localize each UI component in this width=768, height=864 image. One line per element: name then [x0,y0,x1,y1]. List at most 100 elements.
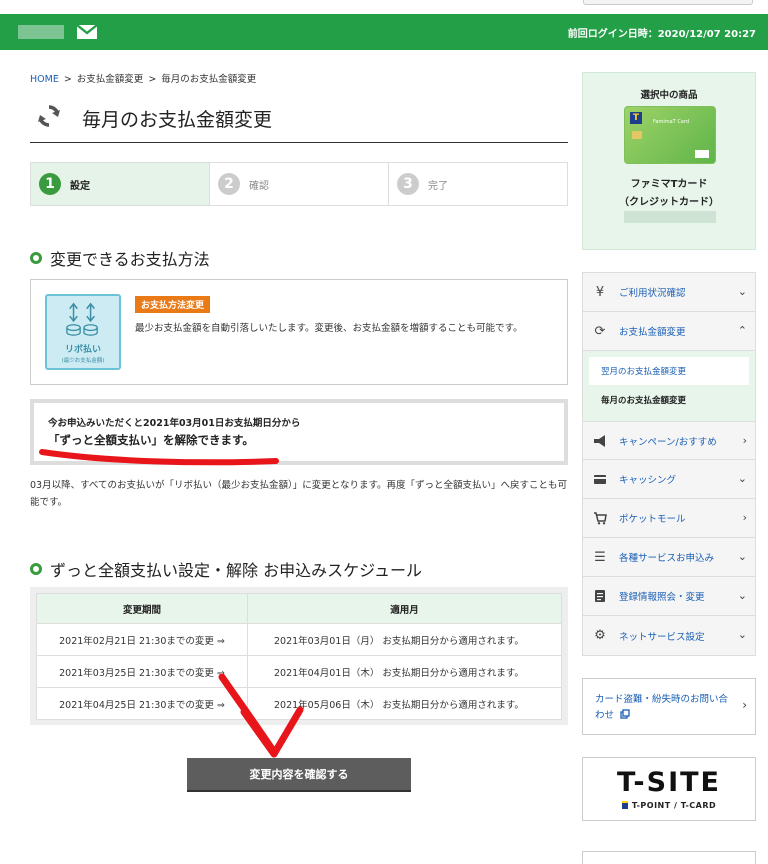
table-cell: 2021年02月21日 21:30までの変更 ⇒ [36,623,248,656]
sidebar-item-label: お支払金額変更 [619,327,686,338]
refresh-icon [38,105,60,127]
tsite-logo: T-SITE [616,767,721,798]
sidebar-item-cashing[interactable]: キャッシング ⌄ [583,460,755,499]
table-row: 2021年02月21日 21:30までの変更 ⇒ 2021年03月01日（月） … [36,623,562,656]
cart-icon [593,511,607,525]
table-cell: 2021年03月01日（月） お支払期日分から適用されます。 [247,623,562,656]
sidebar-item-payment-change[interactable]: ⟳ お支払金額変更 ⌃ [583,312,755,351]
header-bar: 前回ログイン日時：2020/12/07 20:27 [0,14,768,50]
chevron-up-icon: ⌃ [737,324,747,337]
document-icon [593,589,607,603]
table-row: 2021年04月25日 21:30までの変更 ⇒ 2021年05月06日（木） … [36,687,562,720]
product-heading: 選択中の商品 [640,90,698,101]
card-icon [593,472,607,486]
lost-card-contact-link[interactable]: カード盗難・紛失時のお問い合わせ › [582,678,756,735]
submenu-monthly[interactable]: 毎月のお支払金額変更 [589,385,749,415]
step-label: 設定 [70,180,90,192]
sidebar-item-pocket-mall[interactable]: ポケットモール › [583,499,755,538]
schedule-table-wrap: 変更期間 適用月 2021年02月21日 21:30までの変更 ⇒ 2021年0… [30,587,568,725]
chevron-down-icon: ⌄ [737,285,747,298]
lost-card-label: カード盗難・紛失時のお問い合わせ [595,694,729,721]
chevron-right-icon: › [742,698,747,712]
sidebar-banner-partial[interactable] [582,851,756,864]
chevron-down-icon: ⌄ [737,628,747,641]
table-cell: 2021年05月06日（木） お支払期日分から適用されます。 [247,687,562,720]
sidebar-item-label: 各種サービスお申込み [619,553,715,564]
mail-icon[interactable] [76,24,98,40]
method-tag: お支払方法変更 [135,296,211,313]
gear-icon: ⚙ [594,628,606,643]
table-cell: 2021年03月25日 21:30までの変更 ⇒ [36,655,248,688]
breadcrumb-item[interactable]: お支払金額変更 [77,74,144,85]
section-heading-schedule: ずっと全額支払い設定・解除 お申込みスケジュール [30,557,422,581]
notice-cancel-line: 「ずっと全額支払い」を解除できます。 [48,433,254,447]
tsite-banner[interactable]: T-SITE T-POINT / T-CARD [582,757,756,821]
breadcrumb: HOME > お支払金額変更 > 毎月のお支払金額変更 [30,74,257,85]
sidebar-item-label: キャンペーン/おすすめ [619,436,717,448]
progress-steps: 1 設定 2 確認 3 完了 [30,162,568,206]
chevron-down-icon: ⌄ [737,589,747,602]
tpoint-logo-icon [621,801,628,809]
product-name: ファミマTカード （クレジットカード） [619,179,719,208]
credit-card-image: T FamimaT Card [624,106,716,164]
card-chip-icon [632,131,642,139]
external-link-icon [620,709,630,719]
page-title: 毎月のお支払金額変更 [82,109,273,131]
payment-method-card: リボ払い (最少お支払金額) お支払方法変更 最少お支払金額を自動引落しいたしま… [30,279,568,385]
yen-icon: ¥ [595,284,605,300]
sidebar-item-campaign[interactable]: キャンペーン/おすすめ › [583,421,755,460]
revo-payment-illustration: リボ払い (最少お支払金額) [45,294,121,370]
top-account-strip [583,0,753,5]
step-number: 2 [218,173,240,195]
sidebar-item-label: キャッシング [619,475,677,486]
step-settings: 1 設定 [31,163,210,205]
method-description: 最少お支払金額を自動引落しいたします。変更後、お支払金額を増額することも可能です… [135,323,523,334]
notice-box: 今お申込みいただくと2021年03月01日お支払期日分から 「ずっと全額支払い」… [30,399,568,465]
tsite-sublabel: T-POINT / T-CARD [583,801,755,810]
sidebar-item-registration[interactable]: 登録情報照会・変更 ⌄ [583,577,755,616]
sidebar-submenu: 翌月のお支払金額変更 毎月のお支払金額変更 [583,351,755,421]
sidebar-item-usage[interactable]: ¥ ご利用状況確認 ⌄ [583,273,755,312]
step-confirm: 2 確認 [210,163,389,205]
last-login-time: 前回ログイン日時：2020/12/07 20:27 [567,29,756,40]
sidebar-item-net-settings[interactable]: ⚙ ネットサービス設定 ⌄ [583,616,755,655]
circle-bullet-icon [30,563,42,575]
section-heading-methods: 変更できるお支払方法 [30,246,210,270]
breadcrumb-home-link[interactable]: HOME [30,74,59,85]
t-logo-icon: T [630,112,642,124]
breadcrumb-current: 毎月のお支払金額変更 [161,74,257,85]
confirm-changes-button[interactable]: 変更内容を確認する [187,758,411,790]
masked-username [18,25,64,39]
sidebar-item-label: ポケットモール [619,514,686,525]
schedule-table: 変更期間 適用月 2021年02月21日 21:30までの変更 ⇒ 2021年0… [36,593,562,720]
chevron-down-icon: ⌄ [737,550,747,563]
circle-bullet-icon [30,252,42,264]
step-complete: 3 完了 [389,163,567,205]
card-face-name: FamimaT Card [653,119,690,125]
step-number: 3 [397,173,419,195]
refresh-icon: ⟳ [594,323,606,339]
selected-product-card: 選択中の商品 T FamimaT Card ファミマTカード （クレジットカード… [582,72,756,250]
sidebar-item-label: 登録情報照会・変更 [619,592,705,603]
step-number: 1 [39,173,61,195]
chevron-right-icon: › [742,511,747,524]
chevron-right-icon: › [742,434,747,447]
table-cell: 2021年04月25日 21:30までの変更 ⇒ [36,687,248,720]
chevron-down-icon: ⌄ [737,472,747,485]
notice-date-line: 今お申込みいただくと2021年03月01日お支払期日分から [48,418,301,429]
revo-sublabel: (最少お支払金額) [61,358,105,364]
table-cell: 2021年04月01日（木） お支払期日分から適用されます。 [247,655,562,688]
page-title-area: 毎月のお支払金額変更 [30,93,568,143]
submenu-next-month[interactable]: 翌月のお支払金額変更 [589,357,749,385]
sidebar-menu: ¥ ご利用状況確認 ⌄ ⟳ お支払金額変更 ⌃ 翌月のお支払金額変更 毎月のお支… [582,272,756,656]
sidebar-item-label: ご利用状況確認 [619,288,686,299]
revo-label: リボ払い [64,345,101,355]
masked-card-number [624,211,716,223]
sidebar-item-services[interactable]: ☰ 各種サービスお申込み ⌄ [583,538,755,577]
column-header: 変更期間 [36,593,248,624]
column-header: 適用月 [247,593,562,624]
step-label: 完了 [428,180,448,192]
coin-stack-icon [66,302,98,336]
step-label: 確認 [249,180,269,192]
sidebar-item-label: ネットサービス設定 [619,631,705,643]
